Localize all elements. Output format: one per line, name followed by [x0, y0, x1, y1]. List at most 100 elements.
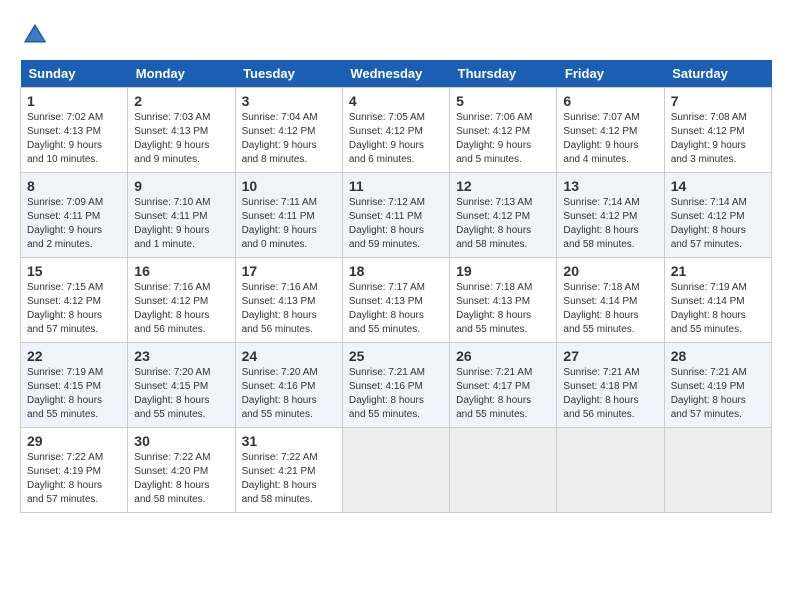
calendar-cell: 6Sunrise: 7:07 AMSunset: 4:12 PMDaylight… [557, 88, 664, 173]
header-row: SundayMondayTuesdayWednesdayThursdayFrid… [21, 60, 772, 88]
calendar-cell: 19 Sunrise: 7:18 AMSunset: 4:13 PMDayligh… [450, 258, 557, 343]
calendar-cell: 27 Sunrise: 7:21 AMSunset: 4:18 PMDayligh… [557, 343, 664, 428]
day-info: Sunrise: 7:21 AMSunset: 4:18 PMDaylight:… [563, 367, 639, 420]
day-info: Sunrise: 7:21 AMSunset: 4:16 PMDaylight:… [349, 367, 425, 420]
weekday-header-thursday: Thursday [450, 60, 557, 88]
calendar-cell: 1Sunrise: 7:02 AMSunset: 4:13 PMDaylight… [21, 88, 128, 173]
weekday-header-monday: Monday [128, 60, 235, 88]
day-number: 8 [27, 178, 121, 194]
day-info: Sunrise: 7:17 AMSunset: 4:13 PMDaylight:… [349, 282, 425, 335]
day-number: 21 [671, 263, 765, 279]
calendar-cell: 18 Sunrise: 7:17 AMSunset: 4:13 PMDayligh… [342, 258, 449, 343]
calendar-table: SundayMondayTuesdayWednesdayThursdayFrid… [20, 60, 772, 513]
day-info: Sunrise: 7:20 AMSunset: 4:15 PMDaylight:… [134, 367, 210, 420]
day-number: 9 [134, 178, 228, 194]
logo [20, 20, 54, 50]
day-number: 20 [563, 263, 657, 279]
day-number: 16 [134, 263, 228, 279]
day-info: Sunrise: 7:16 AMSunset: 4:13 PMDaylight:… [242, 282, 318, 335]
day-info: Sunrise: 7:08 AMSunset: 4:12 PMDaylight:… [671, 112, 747, 165]
calendar-cell: 23 Sunrise: 7:20 AMSunset: 4:15 PMDayligh… [128, 343, 235, 428]
day-number: 23 [134, 348, 228, 364]
day-number: 5 [456, 93, 550, 109]
calendar-cell: 9 Sunrise: 7:10 AMSunset: 4:11 PMDaylight… [128, 173, 235, 258]
day-info: Sunrise: 7:13 AMSunset: 4:12 PMDaylight:… [456, 197, 532, 250]
weekday-header-wednesday: Wednesday [342, 60, 449, 88]
day-number: 27 [563, 348, 657, 364]
day-number: 18 [349, 263, 443, 279]
weekday-header-tuesday: Tuesday [235, 60, 342, 88]
day-info: Sunrise: 7:16 AMSunset: 4:12 PMDaylight:… [134, 282, 210, 335]
day-number: 2 [134, 93, 228, 109]
day-info: Sunrise: 7:03 AMSunset: 4:13 PMDaylight:… [134, 112, 210, 165]
calendar-cell [342, 428, 449, 513]
calendar-week-2: 8Sunrise: 7:09 AMSunset: 4:11 PMDaylight… [21, 173, 772, 258]
day-number: 3 [242, 93, 336, 109]
day-info: Sunrise: 7:06 AMSunset: 4:12 PMDaylight:… [456, 112, 532, 165]
day-info: Sunrise: 7:14 AMSunset: 4:12 PMDaylight:… [671, 197, 747, 250]
day-number: 13 [563, 178, 657, 194]
calendar-cell: 2 Sunrise: 7:03 AMSunset: 4:13 PMDaylight… [128, 88, 235, 173]
calendar-cell: 7Sunrise: 7:08 AMSunset: 4:12 PMDaylight… [664, 88, 771, 173]
day-number: 17 [242, 263, 336, 279]
calendar-week-3: 15Sunrise: 7:15 AMSunset: 4:12 PMDayligh… [21, 258, 772, 343]
day-number: 30 [134, 433, 228, 449]
day-number: 28 [671, 348, 765, 364]
calendar-cell: 11 Sunrise: 7:12 AMSunset: 4:11 PMDayligh… [342, 173, 449, 258]
day-info: Sunrise: 7:04 AMSunset: 4:12 PMDaylight:… [242, 112, 318, 165]
day-info: Sunrise: 7:11 AMSunset: 4:11 PMDaylight:… [242, 197, 317, 250]
weekday-header-sunday: Sunday [21, 60, 128, 88]
day-info: Sunrise: 7:15 AMSunset: 4:12 PMDaylight:… [27, 282, 103, 335]
day-number: 11 [349, 178, 443, 194]
day-info: Sunrise: 7:18 AMSunset: 4:13 PMDaylight:… [456, 282, 532, 335]
calendar-cell: 30 Sunrise: 7:22 AMSunset: 4:20 PMDayligh… [128, 428, 235, 513]
calendar-cell: 17 Sunrise: 7:16 AMSunset: 4:13 PMDayligh… [235, 258, 342, 343]
calendar-cell: 22Sunrise: 7:19 AMSunset: 4:15 PMDayligh… [21, 343, 128, 428]
calendar-cell: 16 Sunrise: 7:16 AMSunset: 4:12 PMDayligh… [128, 258, 235, 343]
day-info: Sunrise: 7:12 AMSunset: 4:11 PMDaylight:… [349, 197, 425, 250]
day-number: 14 [671, 178, 765, 194]
calendar-cell: 12 Sunrise: 7:13 AMSunset: 4:12 PMDayligh… [450, 173, 557, 258]
calendar-cell: 14 Sunrise: 7:14 AMSunset: 4:12 PMDayligh… [664, 173, 771, 258]
day-number: 26 [456, 348, 550, 364]
day-info: Sunrise: 7:05 AMSunset: 4:12 PMDaylight:… [349, 112, 425, 165]
calendar-cell: 29 Sunrise: 7:22 AMSunset: 4:19 PMDayligh… [21, 428, 128, 513]
day-number: 25 [349, 348, 443, 364]
day-info: Sunrise: 7:14 AMSunset: 4:12 PMDaylight:… [563, 197, 639, 250]
day-info: Sunrise: 7:22 AMSunset: 4:20 PMDaylight:… [134, 452, 210, 505]
day-number: 31 [242, 433, 336, 449]
day-info: Sunrise: 7:18 AMSunset: 4:14 PMDaylight:… [563, 282, 639, 335]
logo-icon [20, 20, 50, 50]
calendar-cell: 25 Sunrise: 7:21 AMSunset: 4:16 PMDayligh… [342, 343, 449, 428]
calendar-cell [664, 428, 771, 513]
calendar-cell [450, 428, 557, 513]
day-info: Sunrise: 7:02 AMSunset: 4:13 PMDaylight:… [27, 112, 103, 165]
calendar-cell: 28Sunrise: 7:21 AMSunset: 4:19 PMDayligh… [664, 343, 771, 428]
day-info: Sunrise: 7:07 AMSunset: 4:12 PMDaylight:… [563, 112, 639, 165]
calendar-cell: 26 Sunrise: 7:21 AMSunset: 4:17 PMDayligh… [450, 343, 557, 428]
calendar-cell: 3 Sunrise: 7:04 AMSunset: 4:12 PMDaylight… [235, 88, 342, 173]
day-info: Sunrise: 7:21 AMSunset: 4:17 PMDaylight:… [456, 367, 532, 420]
calendar-cell: 20 Sunrise: 7:18 AMSunset: 4:14 PMDayligh… [557, 258, 664, 343]
calendar-cell [557, 428, 664, 513]
day-number: 19 [456, 263, 550, 279]
calendar-cell: 31 Sunrise: 7:22 AMSunset: 4:21 PMDayligh… [235, 428, 342, 513]
day-info: Sunrise: 7:20 AMSunset: 4:16 PMDaylight:… [242, 367, 318, 420]
calendar-week-1: 1Sunrise: 7:02 AMSunset: 4:13 PMDaylight… [21, 88, 772, 173]
day-info: Sunrise: 7:22 AMSunset: 4:21 PMDaylight:… [242, 452, 318, 505]
calendar-cell: 21 Sunrise: 7:19 AMSunset: 4:14 PMDayligh… [664, 258, 771, 343]
day-info: Sunrise: 7:10 AMSunset: 4:11 PMDaylight:… [134, 197, 210, 250]
page-header [20, 20, 772, 50]
calendar-cell: 8Sunrise: 7:09 AMSunset: 4:11 PMDaylight… [21, 173, 128, 258]
day-info: Sunrise: 7:19 AMSunset: 4:14 PMDaylight:… [671, 282, 747, 335]
calendar-cell: 15Sunrise: 7:15 AMSunset: 4:12 PMDayligh… [21, 258, 128, 343]
day-number: 12 [456, 178, 550, 194]
calendar-week-4: 22Sunrise: 7:19 AMSunset: 4:15 PMDayligh… [21, 343, 772, 428]
calendar-cell: 10Sunrise: 7:11 AMSunset: 4:11 PMDayligh… [235, 173, 342, 258]
weekday-header-saturday: Saturday [664, 60, 771, 88]
day-number: 29 [27, 433, 121, 449]
day-number: 22 [27, 348, 121, 364]
weekday-header-friday: Friday [557, 60, 664, 88]
calendar-cell: 4Sunrise: 7:05 AMSunset: 4:12 PMDaylight… [342, 88, 449, 173]
day-info: Sunrise: 7:22 AMSunset: 4:19 PMDaylight:… [27, 452, 103, 505]
